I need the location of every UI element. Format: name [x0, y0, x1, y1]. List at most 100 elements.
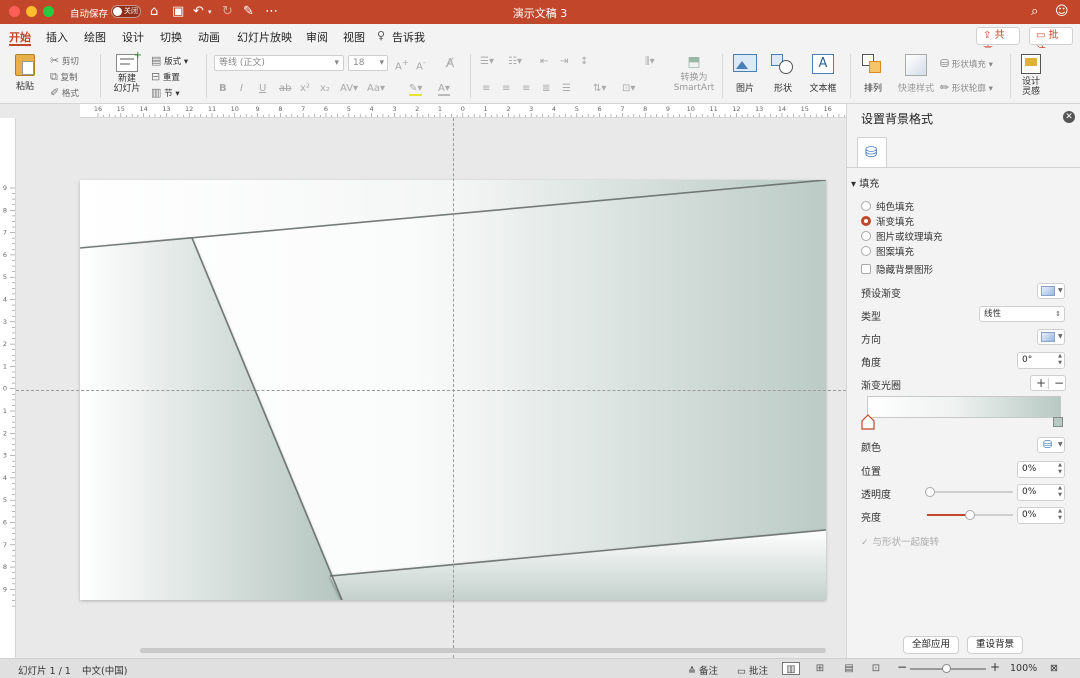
slide-canvas[interactable]	[16, 118, 846, 658]
color-picker[interactable]: ⛁ ▼	[1037, 437, 1065, 453]
superscript-icon[interactable]: x²	[300, 83, 310, 94]
tab-insert[interactable]: 插入	[46, 29, 68, 45]
picture-button[interactable]: 图片	[728, 54, 762, 94]
tab-slideshow[interactable]: 幻灯片放映	[237, 29, 292, 45]
radio-selected[interactable]	[861, 216, 871, 226]
increase-indent-icon[interactable]: ⇥	[560, 56, 568, 67]
zoom-out-icon[interactable]: −	[897, 660, 907, 674]
shape-outline-button[interactable]: ✏ 形状轮廓 ▾	[940, 81, 993, 94]
tab-design[interactable]: 设计	[122, 29, 144, 45]
align-center-icon[interactable]: ≡	[502, 83, 510, 94]
tab-view[interactable]: 视图	[343, 29, 365, 45]
transparency-slider[interactable]	[925, 487, 1013, 497]
spinner-icon[interactable]: ▲ ▼	[1058, 485, 1062, 499]
apply-to-all-button[interactable]: 全部应用	[903, 636, 959, 654]
font-name-select[interactable]: 等线 (正文) ▾	[214, 55, 344, 71]
highlight-icon[interactable]: ✎▾	[409, 83, 423, 96]
zoom-slider[interactable]	[910, 664, 986, 673]
tab-animations[interactable]: 动画	[198, 29, 220, 45]
grow-font-icon[interactable]: A+	[395, 57, 409, 72]
brightness-slider[interactable]	[927, 510, 1013, 520]
slider-thumb[interactable]	[965, 510, 975, 520]
line-spacing-icon[interactable]: ↕	[580, 56, 588, 67]
account-icon[interactable]: ☺	[1055, 3, 1069, 21]
change-case-icon[interactable]: Aa▾	[367, 83, 385, 94]
comments-button[interactable]: ▭ 批注	[1029, 27, 1073, 57]
underline-icon[interactable]: U	[259, 83, 266, 94]
radio[interactable]	[861, 246, 871, 256]
reading-view-button[interactable]: ▤	[840, 662, 858, 675]
gradient-fill-option[interactable]: 渐变填充	[861, 214, 914, 228]
fill-section-header[interactable]: ▾ 填充	[851, 175, 879, 190]
search-icon[interactable]: ⌕	[1031, 3, 1038, 21]
tab-draw[interactable]: 绘图	[84, 29, 106, 45]
designer-button[interactable]: 设计 灵感	[1014, 54, 1048, 97]
picture-fill-option[interactable]: 图片或纹理填充	[861, 229, 943, 243]
notes-button[interactable]: ≙ 备注	[688, 663, 718, 677]
spinner-icon[interactable]: ▲ ▼	[1058, 353, 1062, 367]
checkbox[interactable]	[861, 264, 871, 274]
spinner-icon[interactable]: ▲ ▼	[1058, 508, 1062, 522]
new-slide-button[interactable]: + 新建 幻灯片	[108, 50, 146, 94]
share-button[interactable]: ⇪ 共享	[976, 27, 1020, 57]
columns-icon[interactable]: ⫼▾	[645, 56, 655, 67]
layout-button[interactable]: ▤ 版式 ▾	[151, 54, 188, 67]
shapes-button[interactable]: 形状	[766, 54, 800, 94]
brightness-input[interactable]: 0% ▲ ▼	[1017, 507, 1065, 524]
quick-styles-button[interactable]: 快速样式	[896, 54, 936, 94]
cut-button[interactable]: ✂ 剪切	[50, 54, 79, 67]
vertical-guide[interactable]	[453, 118, 454, 658]
textbox-button[interactable]: A 文本框	[804, 54, 842, 94]
numbering-icon[interactable]: ☷▾	[508, 56, 522, 67]
arrange-button[interactable]: 排列	[856, 54, 890, 94]
zoom-thumb[interactable]	[942, 664, 951, 673]
solid-fill-option[interactable]: 纯色填充	[861, 199, 914, 213]
slideshow-button[interactable]: ⊡	[867, 662, 885, 675]
tab-review[interactable]: 审阅	[306, 29, 328, 45]
pattern-fill-option[interactable]: 图案填充	[861, 244, 914, 258]
pane-close-icon[interactable]: ✕	[1063, 111, 1075, 123]
preset-gradient-picker[interactable]: ▼	[1037, 283, 1065, 299]
horizontal-ruler[interactable]: 16 15 14 13 12 11 10 9 8 7 6 5 4 3 2 1 0 1 2 3 4 5 6 7 8 9 10 11 12 1…	[80, 104, 846, 118]
angle-input[interactable]: 0° ▲ ▼	[1017, 352, 1065, 369]
align-right-icon[interactable]: ≡	[522, 83, 530, 94]
strikethrough-icon[interactable]: ab	[279, 83, 291, 94]
format-painter-button[interactable]: ✐ 格式	[50, 86, 79, 99]
char-spacing-icon[interactable]: AV▾	[340, 83, 358, 94]
convert-smartart-button[interactable]: ⬒ 转换为 SmartArt	[668, 54, 720, 93]
shrink-font-icon[interactable]: A-	[416, 57, 426, 72]
font-size-select[interactable]: 18 ▾	[348, 55, 388, 71]
transparency-input[interactable]: 0% ▲ ▼	[1017, 484, 1065, 501]
comments-status-button[interactable]: ▭ 批注	[737, 663, 768, 677]
paste-button[interactable]: 粘贴	[8, 54, 42, 92]
reset-button[interactable]: ⊟ 重置	[151, 70, 180, 83]
tab-home[interactable]: 开始	[9, 29, 31, 45]
decrease-indent-icon[interactable]: ⇤	[540, 56, 548, 67]
clear-format-icon[interactable]: A̸	[446, 56, 454, 70]
position-input[interactable]: 0% ▲ ▼	[1017, 461, 1065, 478]
radio[interactable]	[861, 201, 871, 211]
radio[interactable]	[861, 231, 871, 241]
slider-thumb[interactable]	[925, 487, 935, 497]
normal-view-button[interactable]: ▥	[782, 662, 800, 675]
distributed-icon[interactable]: ☰	[562, 83, 571, 94]
horizontal-scrollbar[interactable]	[140, 648, 826, 653]
spinner-icon[interactable]: ▲ ▼	[1058, 462, 1062, 476]
zoom-level[interactable]: 100%	[1010, 663, 1037, 674]
section-button[interactable]: ▥ 节 ▾	[151, 86, 180, 99]
language-indicator[interactable]: 中文(中国)	[82, 663, 127, 677]
rotate-with-shape-checkbox[interactable]: ✓ 与形状一起旋转	[861, 534, 939, 548]
bold-icon[interactable]: B	[219, 83, 227, 94]
reset-background-button[interactable]: 重设背景	[967, 636, 1023, 654]
gradient-type-select[interactable]: 线性 ⇕	[979, 306, 1065, 322]
fill-tab[interactable]: ⛁	[857, 137, 887, 167]
hide-bg-graphics-checkbox[interactable]: 隐藏背景图形	[861, 262, 933, 276]
shape-fill-button[interactable]: ⛁ 形状填充 ▾	[940, 57, 993, 70]
justify-icon[interactable]: ≣	[542, 83, 550, 94]
bullets-icon[interactable]: ☰▾	[480, 56, 494, 67]
text-direction-icon[interactable]: ⇅▾	[593, 83, 606, 94]
horizontal-guide[interactable]	[16, 390, 846, 391]
add-stop-icon[interactable]: +	[1036, 377, 1046, 390]
italic-icon[interactable]: I	[240, 83, 243, 94]
tab-tell-me[interactable]: 告诉我	[392, 29, 425, 45]
